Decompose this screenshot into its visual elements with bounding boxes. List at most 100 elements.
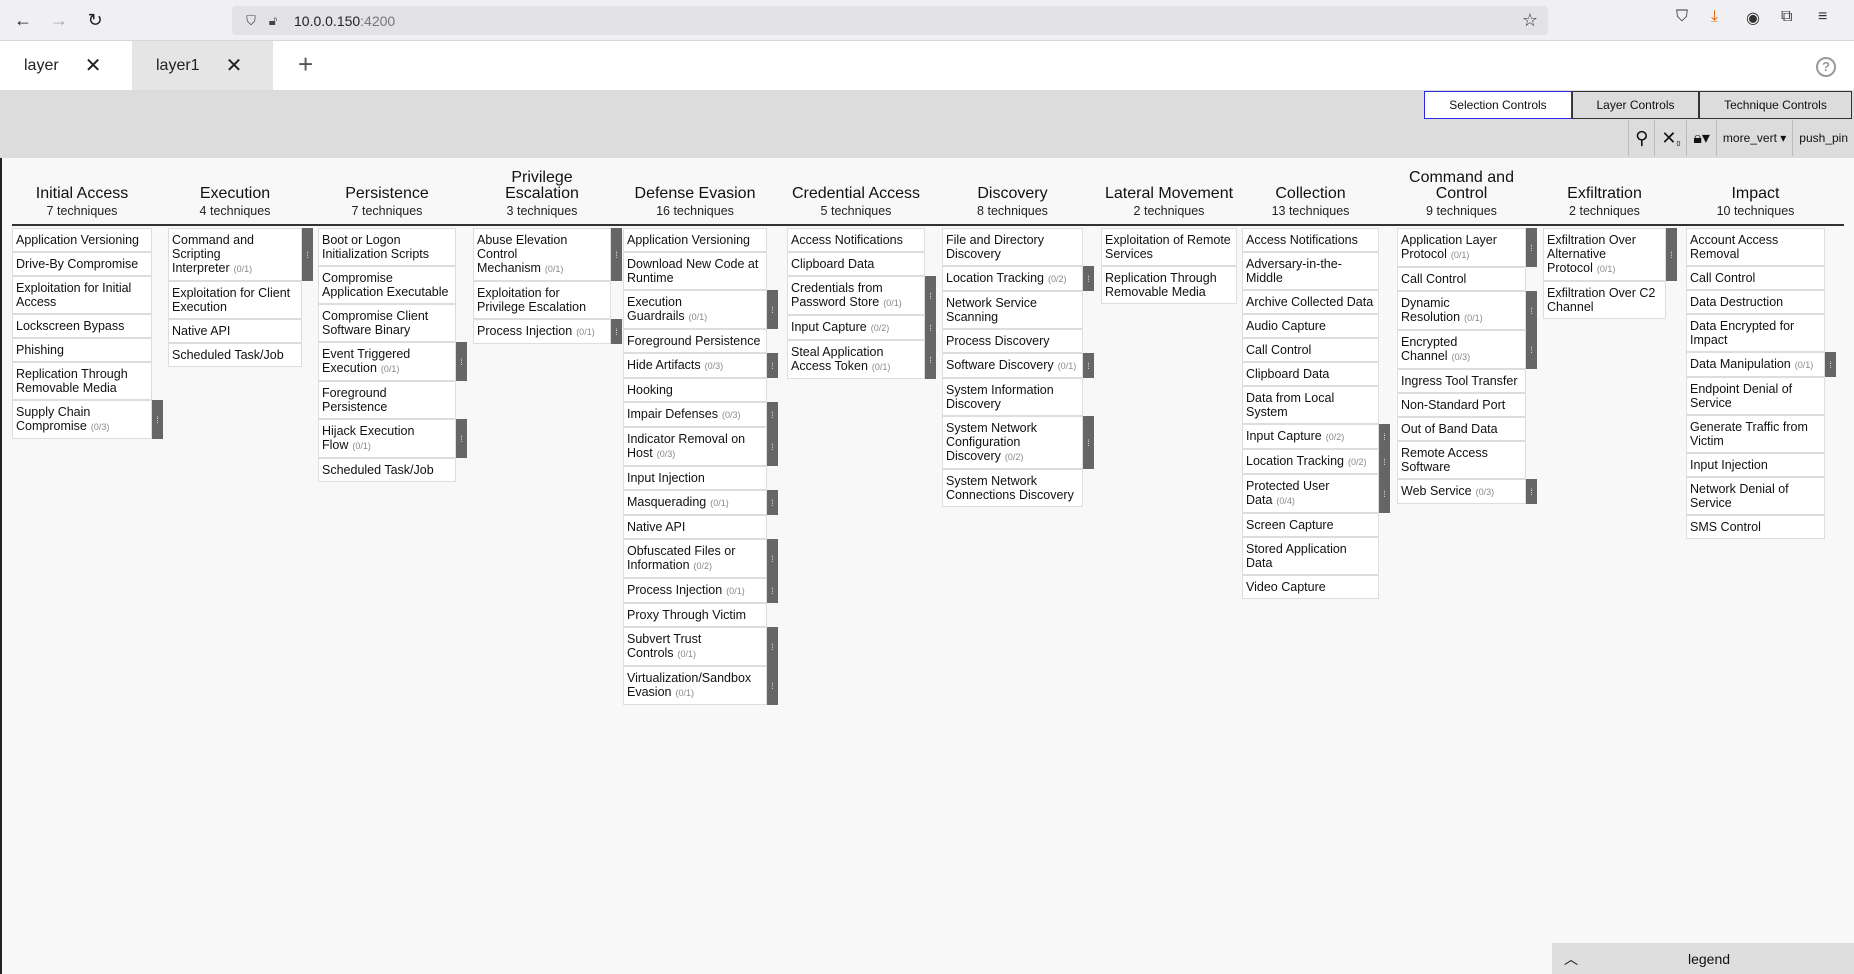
expand-subtechniques-handle[interactable]: ⁞: [1379, 449, 1390, 474]
technique-cell[interactable]: Input Capture (0/2) ⁞: [787, 315, 936, 340]
expand-subtechniques-handle[interactable]: ⁞: [1526, 330, 1537, 369]
technique-cell[interactable]: Replication Through Removable Media: [1101, 266, 1237, 304]
technique-cell[interactable]: Network Denial of Service: [1686, 477, 1825, 515]
technique-cell[interactable]: Exploitation for Initial Access: [12, 276, 152, 314]
technique-cell[interactable]: Foreground Persistence: [318, 381, 456, 419]
technique-cell[interactable]: Supply Chain Compromise (0/3) ⁞: [12, 400, 163, 439]
technique-cell[interactable]: Exploitation of Remote Services: [1101, 228, 1237, 266]
search-icon[interactable]: ⚲: [1628, 120, 1654, 156]
technique-cell[interactable]: Endpoint Denial of Service: [1686, 377, 1825, 415]
tactic-header[interactable]: Lateral Movement 2 techniques: [1101, 158, 1237, 222]
technique-cell[interactable]: Data Destruction: [1686, 290, 1825, 314]
technique-cell[interactable]: Exploitation for Privilege Escalation: [473, 281, 611, 319]
technique-cell[interactable]: Virtualization/Sandbox Evasion (0/1) ⁞: [623, 666, 778, 705]
technique-cell[interactable]: Video Capture: [1242, 575, 1379, 599]
technique-cell[interactable]: Impair Defenses (0/3) ⁞: [623, 402, 778, 427]
tactic-header[interactable]: Credential Access 5 techniques: [787, 158, 925, 222]
technique-cell[interactable]: Input Injection: [623, 466, 767, 490]
technique-cell[interactable]: Exfiltration Over C2 Channel: [1543, 281, 1666, 319]
technique-cell[interactable]: Scheduled Task/Job: [318, 458, 456, 482]
technique-cell[interactable]: Access Notifications: [1242, 228, 1379, 252]
expand-subtechniques-handle[interactable]: ⁞: [1526, 291, 1537, 330]
technique-cell[interactable]: Event Triggered Execution (0/1) ⁞: [318, 342, 467, 381]
technique-cell[interactable]: Application Layer Protocol (0/1) ⁞: [1397, 228, 1537, 267]
expand-subtechniques-handle[interactable]: ⁞: [767, 427, 778, 466]
tab-layer1[interactable]: layer1 ✕: [132, 41, 273, 90]
technique-cell[interactable]: Protected User Data (0/4) ⁞: [1242, 474, 1390, 513]
tactic-header[interactable]: Collection 13 techniques: [1242, 158, 1379, 222]
tactic-header[interactable]: Impact 10 techniques: [1686, 158, 1825, 222]
technique-cell[interactable]: Data Encrypted for Impact: [1686, 314, 1825, 352]
technique-cell[interactable]: Command and Scripting Interpreter (0/1) ⁞: [168, 228, 313, 281]
technique-cell[interactable]: System Network Configuration Discovery (0…: [942, 416, 1094, 469]
expand-subtechniques-handle[interactable]: ⁞: [1379, 424, 1390, 449]
pin-button[interactable]: push_pin: [1792, 120, 1854, 156]
technique-cell[interactable]: Scheduled Task/Job: [168, 343, 302, 367]
close-icon[interactable]: ✕: [226, 53, 243, 78]
forward-icon[interactable]: →: [44, 5, 74, 35]
expand-subtechniques-handle[interactable]: ⁞: [456, 419, 467, 458]
reload-icon[interactable]: ↻: [80, 5, 110, 35]
technique-cell[interactable]: Adversary-in-the-Middle: [1242, 252, 1379, 290]
technique-cell[interactable]: Call Control: [1242, 338, 1379, 362]
tactic-header[interactable]: Persistence 7 techniques: [318, 158, 456, 222]
chevron-up-icon[interactable]: ︿: [1564, 949, 1578, 969]
expand-subtechniques-handle[interactable]: ⁞: [1666, 228, 1677, 281]
technique-cell[interactable]: Replication Through Removable Media: [12, 362, 152, 400]
expand-subtechniques-handle[interactable]: ⁞: [767, 666, 778, 705]
close-icon[interactable]: ✕: [85, 53, 102, 78]
technique-cell[interactable]: Account Access Removal: [1686, 228, 1825, 266]
download-icon[interactable]: ⤓: [1711, 8, 1718, 26]
technique-cell[interactable]: SMS Control: [1686, 515, 1825, 539]
technique-cell[interactable]: Phishing: [12, 338, 152, 362]
technique-cell[interactable]: Web Service (0/3) ⁞: [1397, 479, 1537, 504]
technique-cell[interactable]: Lockscreen Bypass: [12, 314, 152, 338]
technique-cell[interactable]: Indicator Removal on Host (0/3) ⁞: [623, 427, 778, 466]
tactic-header[interactable]: Initial Access 7 techniques: [12, 158, 152, 222]
technique-cell[interactable]: Drive-By Compromise: [12, 252, 152, 276]
technique-cell[interactable]: Native API: [623, 515, 767, 539]
expand-subtechniques-handle[interactable]: ⁞: [456, 342, 467, 381]
url-bar[interactable]: ⛉ 🔓︎ 10.0.0.150:4200 ☆: [232, 6, 1548, 35]
expand-subtechniques-handle[interactable]: ⁞: [1379, 474, 1390, 513]
technique-cell[interactable]: Data Manipulation (0/1) ⁞: [1686, 352, 1836, 377]
technique-cell[interactable]: Subvert Trust Controls (0/1) ⁞: [623, 627, 778, 666]
bookmark-star-icon[interactable]: ☆: [1522, 10, 1538, 31]
technique-cell[interactable]: Screen Capture: [1242, 513, 1379, 537]
help-icon[interactable]: ?: [1816, 57, 1836, 77]
tactic-header[interactable]: Command and Control 9 techniques: [1397, 158, 1526, 222]
legend-bar[interactable]: ︿ legend: [1552, 943, 1854, 974]
technique-cell[interactable]: Steal Application Access Token (0/1) ⁞: [787, 340, 936, 379]
expand-subtechniques-handle[interactable]: ⁞: [1526, 228, 1537, 267]
technique-cell[interactable]: System Network Connections Discovery: [942, 469, 1083, 507]
technique-cell[interactable]: File and Directory Discovery: [942, 228, 1083, 266]
menu-icon[interactable]: ≡: [1818, 8, 1827, 26]
technique-cell[interactable]: Masquerading (0/1) ⁞: [623, 490, 778, 515]
technique-cell[interactable]: Exploitation for Client Execution: [168, 281, 302, 319]
technique-cell[interactable]: Data from Local System: [1242, 386, 1379, 424]
technique-cell[interactable]: Location Tracking (0/2) ⁞: [942, 266, 1094, 291]
technique-cell[interactable]: Abuse Elevation Control Mechanism (0/1) ⁞: [473, 228, 622, 281]
technique-cell[interactable]: Process Injection (0/1) ⁞: [623, 578, 778, 603]
expand-subtechniques-handle[interactable]: ⁞: [611, 319, 622, 344]
expand-subtechniques-handle[interactable]: ⁞: [152, 400, 163, 439]
expand-subtechniques-handle[interactable]: ⁞: [767, 627, 778, 666]
extensions-icon[interactable]: ⧉: [1781, 8, 1792, 26]
technique-cell[interactable]: Call Control: [1686, 266, 1825, 290]
pocket-icon[interactable]: ⛉: [1676, 8, 1688, 26]
technique-cell[interactable]: Process Injection (0/1) ⁞: [473, 319, 622, 344]
technique-cell[interactable]: Application Versioning: [12, 228, 152, 252]
technique-cell[interactable]: Hijack Execution Flow (0/1) ⁞: [318, 419, 467, 458]
technique-cell[interactable]: Input Injection: [1686, 453, 1825, 477]
technique-cell[interactable]: Obfuscated Files or Information (0/2) ⁞: [623, 539, 778, 578]
technique-cell[interactable]: Foreground Persistence: [623, 329, 767, 353]
expand-subtechniques-handle[interactable]: ⁞: [1526, 479, 1537, 504]
technique-cell[interactable]: Software Discovery (0/1) ⁞: [942, 353, 1094, 378]
technique-cell[interactable]: Non-Standard Port: [1397, 393, 1526, 417]
technique-cell[interactable]: Encrypted Channel (0/3) ⁞: [1397, 330, 1537, 369]
selection-controls-tab[interactable]: Selection Controls: [1424, 91, 1572, 119]
technique-cell[interactable]: Credentials from Password Store (0/1) ⁞: [787, 276, 936, 315]
expand-subtechniques-handle[interactable]: ⁞: [767, 539, 778, 578]
technique-controls-tab[interactable]: Technique Controls: [1699, 91, 1852, 119]
expand-subtechniques-handle[interactable]: ⁞: [1825, 352, 1836, 377]
